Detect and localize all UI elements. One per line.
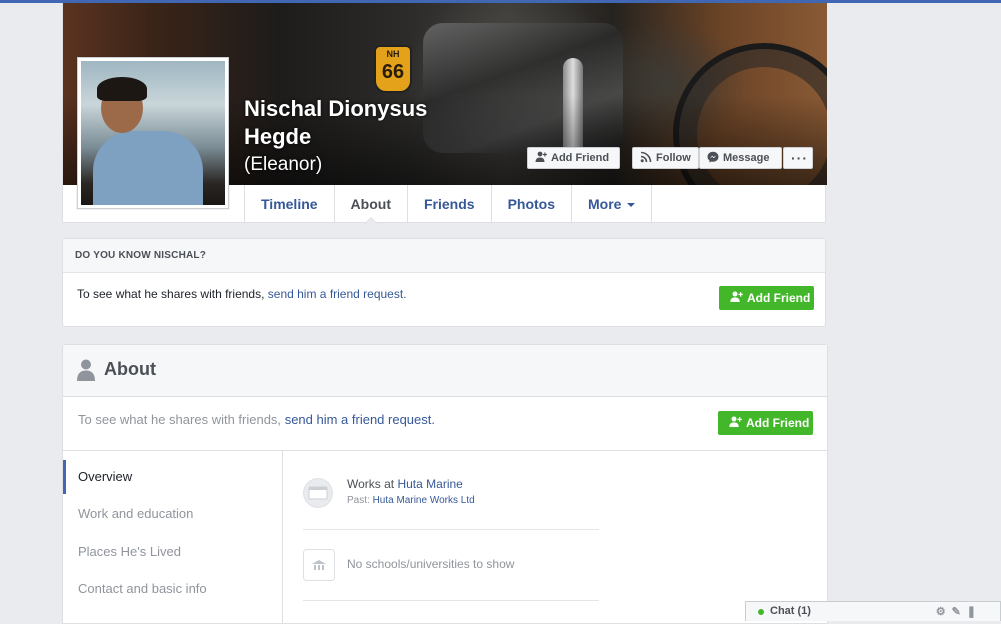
cover-plate-top: NH [386,49,400,59]
side-nav-label: Contact and basic info [78,581,207,596]
employer-link[interactable]: Huta Marine [397,477,462,491]
do-you-know-heading: DO YOU KNOW NISCHAL? [63,239,825,273]
education-text: No schools/universities to show [347,557,515,571]
add-friend-button[interactable]: Add Friend [719,286,814,310]
add-friend-icon [729,416,742,427]
cover-plate-number: 66 [381,61,405,83]
work-prefix: Works at [347,477,395,491]
workplace-icon [303,478,333,508]
tab-more[interactable]: More [572,185,653,223]
tab-label: More [588,196,622,212]
tab-about[interactable]: About [335,185,408,224]
chat-tools-icons[interactable]: ⚙✎❚ [936,605,982,618]
message-button[interactable]: Message [699,147,782,169]
tab-label: About [350,196,391,212]
more-options-icon: ··· [791,150,808,166]
add-friend-label: Add Friend [747,291,811,305]
side-nav-label: Work and education [78,506,194,521]
add-friend-icon [535,151,547,162]
tab-label: Timeline [261,196,318,212]
about-card: About To see what he shares with friends… [62,344,828,624]
photo-shirt-shape [93,131,203,205]
side-nav-label: Overview [78,469,133,484]
profile-tabs: Timeline About Friends Photos More [244,185,653,224]
profile-header: NH 66 Nischal Dionysus Hegde (Eleanor) A… [62,3,827,224]
past-label: Past: [347,495,370,506]
do-you-know-box: DO YOU KNOW NISCHAL? To see what he shar… [62,238,826,327]
tab-photos[interactable]: Photos [492,185,573,223]
follow-button[interactable]: Follow [632,147,699,169]
profile-name[interactable]: Nischal Dionysus Hegde [244,95,484,151]
profile-picture[interactable] [77,57,229,209]
tab-timeline[interactable]: Timeline [244,185,335,223]
chevron-down-icon [627,203,636,207]
about-title: About [104,359,156,379]
add-friend-label: Add Friend [746,416,810,430]
tab-label: Friends [423,196,475,212]
more-options-button[interactable]: ··· [783,147,813,169]
side-nav-places-lived[interactable]: Places He's Lived [63,535,282,569]
chat-bar[interactable]: Chat (1) ⚙✎❚ [745,601,1001,621]
education-entry: No schools/universities to show [303,530,599,601]
side-nav-overview[interactable]: Overview [63,460,282,494]
about-side-nav: Overview Work and education Places He's … [63,451,283,623]
side-nav-work-education[interactable]: Work and education [63,497,282,531]
do-you-know-prefix: To see what he shares with friends, [77,287,265,301]
profile-photo [81,61,225,205]
rss-icon [640,151,652,163]
friend-request-link[interactable]: send him a friend request. [268,287,407,301]
add-friend-button[interactable]: Add Friend [718,411,813,435]
follow-label: Follow [656,152,691,164]
tab-label: Photos [507,196,556,212]
about-header: About [63,345,827,397]
work-entry: Works at Huta Marine Past: Huta Marine W… [303,451,599,530]
cover-plate: NH 66 [374,45,412,93]
do-you-know-text: To see what he shares with friends, send… [77,287,407,301]
past-employer-link[interactable]: Huta Marine Works Ltd [373,495,475,506]
school-icon [303,549,335,581]
online-status-icon [758,609,764,615]
work-line: Works at Huta Marine [347,477,463,491]
side-nav-label: Places He's Lived [78,544,181,559]
friend-request-link[interactable]: send him a friend request. [285,412,435,427]
about-overview-content: Works at Huta Marine Past: Huta Marine W… [303,451,599,601]
person-icon [77,359,95,381]
messenger-icon [707,151,719,163]
profile-alternate-name: (Eleanor) [244,154,323,175]
about-notice: To see what he shares with friends, send… [63,397,827,451]
profile-name-block: Nischal Dionysus Hegde (Eleanor) [244,95,484,177]
chat-label: Chat (1) [770,605,811,617]
side-nav-contact-info[interactable]: Contact and basic info [63,572,282,606]
past-work-line: Past: Huta Marine Works Ltd [347,495,475,506]
photo-hair-shape [97,77,147,101]
add-friend-icon [730,291,743,302]
message-label: Message [723,152,770,164]
add-friend-label: Add Friend [551,152,610,164]
about-notice-prefix: To see what he shares with friends, [78,412,282,427]
about-notice-text: To see what he shares with friends, send… [78,412,435,427]
tab-friends[interactable]: Friends [408,185,492,223]
about-body: Overview Work and education Places He's … [63,451,827,623]
add-friend-button[interactable]: Add Friend [527,147,620,169]
